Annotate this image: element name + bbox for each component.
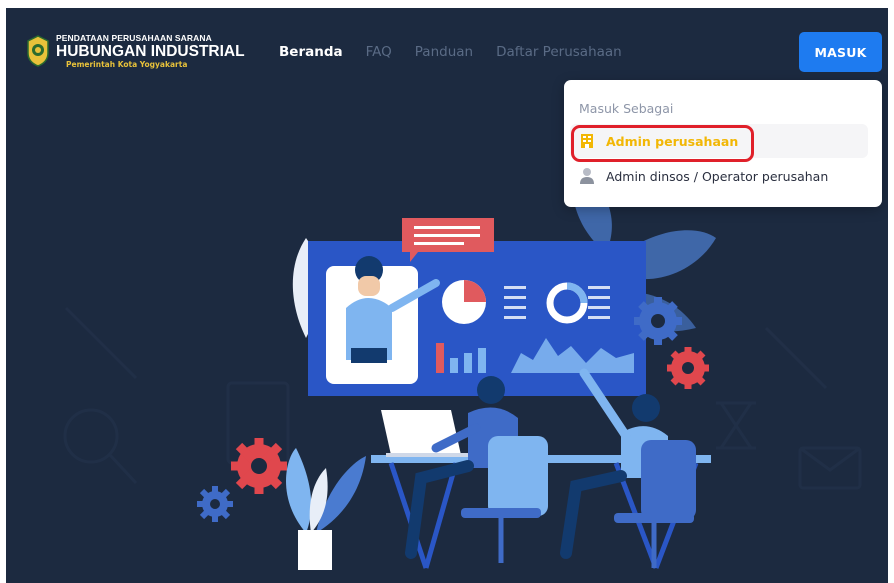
bg-magnifier-icon [63,408,119,464]
site-logo[interactable]: PENDATAAN PERUSAHAAN SARANA HUBUNGAN IND… [26,34,245,69]
nav-daftar-perusahaan[interactable]: Daftar Perusahaan [496,44,622,60]
logo-title: HUBUNGAN INDUSTRIAL [56,42,245,60]
menu-item-label: Admin dinsos / Operator perusahan [606,168,829,184]
gear-icon [231,438,287,494]
login-role-dropdown: Masuk Sebagai Admin perusahaan Admin din… [564,80,882,207]
logo-tagline: Pemerintah Kota Yogyakarta [66,60,188,69]
highlight-annotation [571,125,754,162]
gear-icon [667,347,709,389]
plant-icon [286,448,366,570]
logo-subtitle: PENDATAAN PERUSAHAAN SARANA [56,33,212,43]
main-nav: Beranda FAQ Panduan Daftar Perusahaan [279,44,645,60]
nav-panduan[interactable]: Panduan [415,44,473,60]
dropdown-header: Masuk Sebagai [579,101,674,116]
laptop [381,410,461,455]
gear-icon [634,297,682,345]
app-frame: PENDATAAN PERUSAHAAN SARANA HUBUNGAN IND… [6,8,888,583]
chair [488,436,548,516]
nav-beranda[interactable]: Beranda [279,44,343,60]
chair [641,440,696,520]
login-button[interactable]: MASUK [799,32,882,72]
gear-icon [197,486,233,522]
city-emblem-icon [27,35,49,68]
user-icon [578,167,596,185]
menu-item-admin-dinsos[interactable]: Admin dinsos / Operator perusahan [570,159,868,193]
nav-faq[interactable]: FAQ [366,44,392,60]
